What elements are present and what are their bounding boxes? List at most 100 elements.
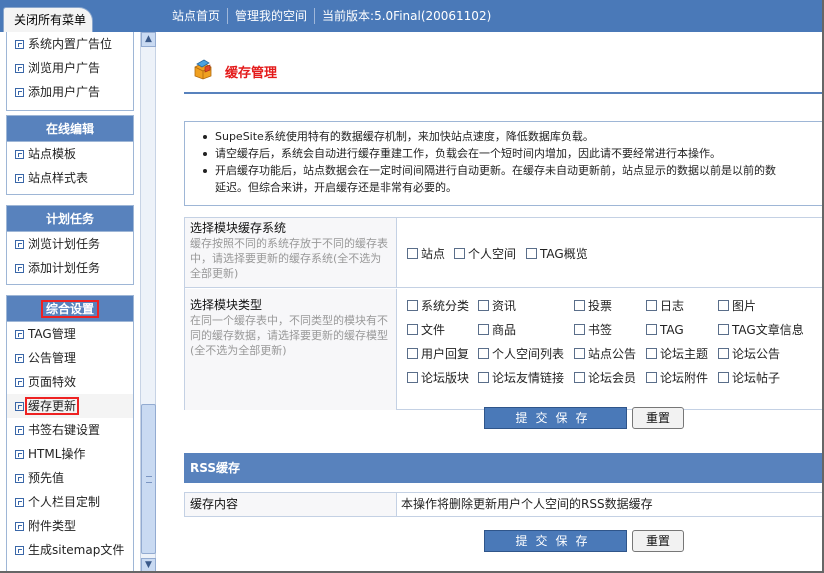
checkbox-site[interactable]: 站点: [407, 246, 445, 262]
menu-group-title[interactable]: 在线编辑: [7, 116, 133, 142]
checkbox-icon[interactable]: [718, 324, 729, 335]
checkbox-icon[interactable]: [646, 300, 657, 311]
checkbox-icon[interactable]: [478, 324, 489, 335]
checkbox-icon[interactable]: [478, 372, 489, 383]
reset-button[interactable]: 重置: [632, 407, 684, 429]
checkbox-icon[interactable]: [407, 372, 418, 383]
rss-form-row: 缓存内容 本操作将删除更新用户个人空间的RSS数据缓存: [184, 492, 824, 517]
checkbox-icon[interactable]: [478, 300, 489, 311]
checkbox-blog[interactable]: 日志: [646, 298, 684, 314]
checkbox-bookmark[interactable]: 书签: [574, 322, 612, 338]
checkbox-personal-space-list[interactable]: 个人空间列表: [478, 346, 564, 362]
menu-item-browse-user-ads[interactable]: 浏览用户广告: [7, 56, 133, 80]
menu-group-title[interactable]: 综合设置: [7, 296, 133, 322]
menu-item-cache-update[interactable]: 缓存更新: [7, 394, 133, 418]
menu-group-ads: 系统内置广告位 浏览用户广告 添加用户广告: [6, 32, 134, 111]
checkbox-icon[interactable]: [526, 248, 537, 259]
menu-item-add-task[interactable]: 添加计划任务: [7, 256, 133, 280]
menu-item-html-operations[interactable]: HTML操作: [7, 442, 133, 466]
link-icon: [15, 474, 24, 483]
menu-item-add-user-ads[interactable]: 添加用户广告: [7, 80, 133, 104]
checkbox-label: 站点: [421, 247, 446, 261]
menu-item-label: 附件类型: [28, 519, 77, 533]
menu-item-label: 个人栏目定制: [28, 495, 101, 509]
checkbox-forum-members[interactable]: 论坛会员: [574, 370, 636, 386]
checkbox-image[interactable]: 图片: [718, 298, 756, 314]
menu-item-site-templates[interactable]: 站点模板: [7, 142, 133, 166]
checkbox-file[interactable]: 文件: [407, 322, 445, 338]
checkbox-icon[interactable]: [407, 248, 418, 259]
checkbox-label: 用户回复: [421, 347, 470, 361]
scroll-up-arrow-icon[interactable]: ▲: [141, 32, 156, 47]
close-all-menus-tab[interactable]: 关闭所有菜单: [3, 7, 93, 32]
menu-item-label: 添加用户广告: [28, 85, 101, 99]
form-label-desc: 缓存按照不同的系统存放于不同的缓存表中，请选择要更新的缓存系统(全不选为全部更新…: [190, 237, 388, 280]
checkbox-goods[interactable]: 商品: [478, 322, 516, 338]
checkbox-forum-boards[interactable]: 论坛版块: [407, 370, 469, 386]
menu-item-label: HTML操作: [28, 447, 86, 461]
checkbox-personal-space[interactable]: 个人空间: [454, 246, 516, 262]
rss-reset-button[interactable]: 重置: [632, 530, 684, 552]
form-row-module-type: 选择模块类型 在同一个缓存表中，不同类型的模块有不同的缓存数据，请选择要更新的缓…: [185, 289, 824, 410]
checkbox-tag-article-info[interactable]: TAG文章信息: [718, 322, 804, 338]
cache-form-table: 选择模块缓存系统 缓存按照不同的系统存放于不同的缓存表中，请选择要更新的缓存系统…: [184, 217, 824, 410]
checkbox-icon[interactable]: [646, 324, 657, 335]
checkbox-system-category[interactable]: 系统分类: [407, 298, 469, 314]
checkbox-forum-threads[interactable]: 论坛主题: [646, 346, 708, 362]
cache-form-buttons: 提交保存 重置: [484, 407, 724, 429]
checkbox-label: 个人空间列表: [492, 347, 565, 361]
form-label-title: 选择模块缓存系统: [190, 221, 287, 235]
checkbox-icon[interactable]: [646, 348, 657, 359]
checkbox-label: 图片: [732, 299, 757, 313]
nav-manage-space-link[interactable]: 管理我的空间: [227, 8, 314, 24]
menu-item-custom-columns[interactable]: 个人栏目定制: [7, 490, 133, 514]
checkbox-icon[interactable]: [574, 324, 585, 335]
checkbox-icon[interactable]: [454, 248, 465, 259]
checkbox-icon[interactable]: [574, 300, 585, 311]
menu-group-title[interactable]: 计划任务: [7, 206, 133, 232]
checkbox-icon[interactable]: [407, 324, 418, 335]
menu-item-bookmark-context-settings[interactable]: 书签右键设置: [7, 418, 133, 442]
checkbox-icon[interactable]: [407, 348, 418, 359]
checkbox-icon[interactable]: [718, 300, 729, 311]
checkbox-icon[interactable]: [407, 300, 418, 311]
checkbox-icon[interactable]: [718, 372, 729, 383]
info-list: SupeSite系统使用特有的数据缓存机制，来加快站点速度，降低数据库负载。 请…: [185, 122, 824, 196]
menu-item-page-effects[interactable]: 页面特效: [7, 370, 133, 394]
checkbox-icon[interactable]: [574, 372, 585, 383]
checkbox-user-replies[interactable]: 用户回复: [407, 346, 469, 362]
form-row-cache-system: 选择模块缓存系统 缓存按照不同的系统存放于不同的缓存表中，请选择要更新的缓存系统…: [185, 218, 824, 288]
menu-item-announcements[interactable]: 公告管理: [7, 346, 133, 370]
menu-item-preset-values[interactable]: 预先值: [7, 466, 133, 490]
rss-submit-save-button[interactable]: 提交保存: [484, 530, 627, 552]
checkbox-tag-overview[interactable]: TAG概览: [526, 246, 588, 262]
checkbox-news[interactable]: 资讯: [478, 298, 516, 314]
checkbox-icon[interactable]: [646, 372, 657, 383]
checkbox-forum-attachments[interactable]: 论坛附件: [646, 370, 708, 386]
checkbox-forum-friend-links[interactable]: 论坛友情链接: [478, 370, 564, 386]
checkbox-tag[interactable]: TAG: [646, 322, 684, 338]
menu-item-tag-management[interactable]: TAG管理: [7, 322, 133, 346]
nav-site-home-link[interactable]: 站点首页: [165, 8, 227, 24]
submit-save-button[interactable]: 提交保存: [484, 407, 627, 429]
checkbox-label: 论坛帖子: [732, 371, 781, 385]
checkbox-site-announcement[interactable]: 站点公告: [574, 346, 636, 362]
checkbox-label: 论坛附件: [660, 371, 709, 385]
link-icon: [15, 174, 24, 183]
menu-item-browse-tasks[interactable]: 浏览计划任务: [7, 232, 133, 256]
scroll-thumb[interactable]: [141, 404, 156, 554]
menu-item-generate-sitemap[interactable]: 生成sitemap文件: [7, 538, 133, 562]
checkbox-label: 系统分类: [421, 299, 470, 313]
link-icon: [15, 64, 24, 73]
checkbox-poll[interactable]: 投票: [574, 298, 612, 314]
left-menu-scrollbar[interactable]: ▲ ▼: [140, 32, 156, 573]
menu-item-site-stylesheet[interactable]: 站点样式表: [7, 166, 133, 190]
checkbox-icon[interactable]: [718, 348, 729, 359]
menu-item-attachment-types[interactable]: 附件类型: [7, 514, 133, 538]
link-icon: [15, 402, 24, 411]
checkbox-icon[interactable]: [478, 348, 489, 359]
checkbox-forum-posts[interactable]: 论坛帖子: [718, 370, 780, 386]
checkbox-icon[interactable]: [574, 348, 585, 359]
checkbox-forum-announcement[interactable]: 论坛公告: [718, 346, 780, 362]
menu-item-system-ad-slots[interactable]: 系统内置广告位: [7, 32, 133, 56]
